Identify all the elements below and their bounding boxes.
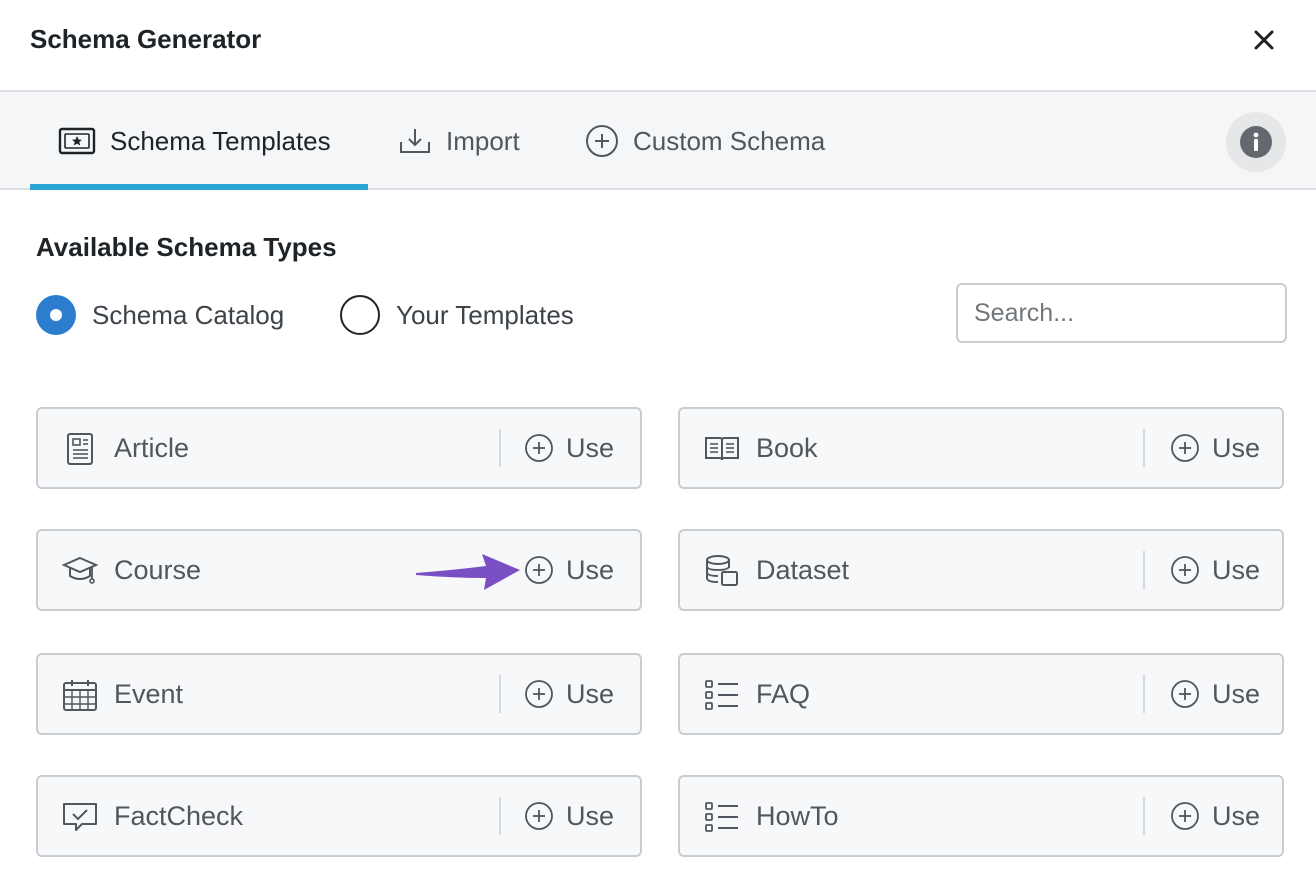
plus-circle-icon [585,124,619,158]
annotation-arrow-icon [416,554,520,590]
schema-name: FAQ [756,679,811,709]
schema-name: Book [756,433,818,463]
close-button[interactable] [1246,22,1282,58]
use-button[interactable]: Use [524,531,614,609]
book-icon [704,431,740,467]
dialog-header: Schema Generator [0,0,1316,90]
info-button[interactable] [1226,112,1286,172]
schema-name: HowTo [756,801,839,831]
radio-your-templates[interactable]: Your Templates [340,294,574,336]
use-label: Use [566,678,615,709]
radio-button[interactable] [340,295,380,335]
use-button[interactable]: Use [524,655,614,733]
article-icon [62,431,98,467]
use-button[interactable]: Use [524,409,614,487]
tab-label: Schema Templates [110,125,331,156]
schema-card-book: Book Use [678,407,1284,489]
tab-bar: Schema Templates Import Custom Schema [0,90,1316,190]
use-label: Use [1212,554,1261,585]
use-button[interactable]: Use [1170,655,1260,733]
divider [1143,797,1145,835]
tab-import[interactable]: Import [398,92,520,190]
fact-check-icon [62,799,98,835]
use-label: Use [1212,432,1261,463]
radio-label: Schema Catalog [92,299,285,330]
close-icon[interactable] [1246,22,1282,58]
use-label: Use [1212,678,1261,709]
use-button[interactable]: Use [1170,531,1260,609]
radio-label: Your Templates [396,299,574,330]
radio-schema-catalog[interactable]: Schema Catalog [36,294,284,336]
use-label: Use [1212,800,1261,831]
schema-card-factcheck: FactCheck Use [36,775,642,857]
schema-name: Event [114,679,184,709]
radio-button-selected[interactable] [36,295,76,335]
schema-name: Course [114,555,202,585]
tab-custom-schema[interactable]: Custom Schema [585,92,825,190]
plus-circle-icon [524,679,554,709]
schema-name: Dataset [756,555,850,585]
schema-name: FactCheck [114,801,244,831]
schema-card-howto: HowTo Use [678,775,1284,857]
divider [1143,675,1145,713]
divider [499,797,501,835]
list-icon [704,677,740,713]
tab-schema-templates[interactable]: Schema Templates [58,92,331,190]
plus-circle-icon [1170,801,1200,831]
plus-circle-icon [524,801,554,831]
import-icon [398,126,432,156]
plus-circle-icon [1170,555,1200,585]
schema-card-article: Article Use [36,407,642,489]
plus-circle-icon [1170,679,1200,709]
search-input[interactable] [956,283,1287,343]
use-label: Use [566,432,615,463]
list-icon [704,799,740,835]
use-button[interactable]: Use [1170,777,1260,855]
calendar-icon [62,677,98,713]
divider [1143,551,1145,589]
tab-label: Import [446,125,520,156]
database-icon [704,553,740,589]
divider [1143,429,1145,467]
schema-card-faq: FAQ Use [678,653,1284,735]
schema-card-event: Event Use [36,653,642,735]
active-tab-indicator [30,184,368,190]
schema-card-dataset: Dataset Use [678,529,1284,611]
use-label: Use [566,554,615,585]
plus-circle-icon [524,555,554,585]
schema-name: Article [114,433,190,463]
plus-circle-icon [1170,433,1200,463]
certificate-icon [58,126,96,156]
plus-circle-icon [524,433,554,463]
use-button[interactable]: Use [524,777,614,855]
info-icon[interactable] [1239,125,1273,159]
dialog-title: Schema Generator [30,24,262,54]
graduation-cap-icon [62,553,98,589]
schema-card-course: Course Use [36,529,642,611]
tab-label: Custom Schema [633,125,826,156]
divider [499,429,501,467]
divider [499,675,501,713]
use-label: Use [566,800,615,831]
use-button[interactable]: Use [1170,409,1260,487]
section-title: Available Schema Types [36,232,337,262]
